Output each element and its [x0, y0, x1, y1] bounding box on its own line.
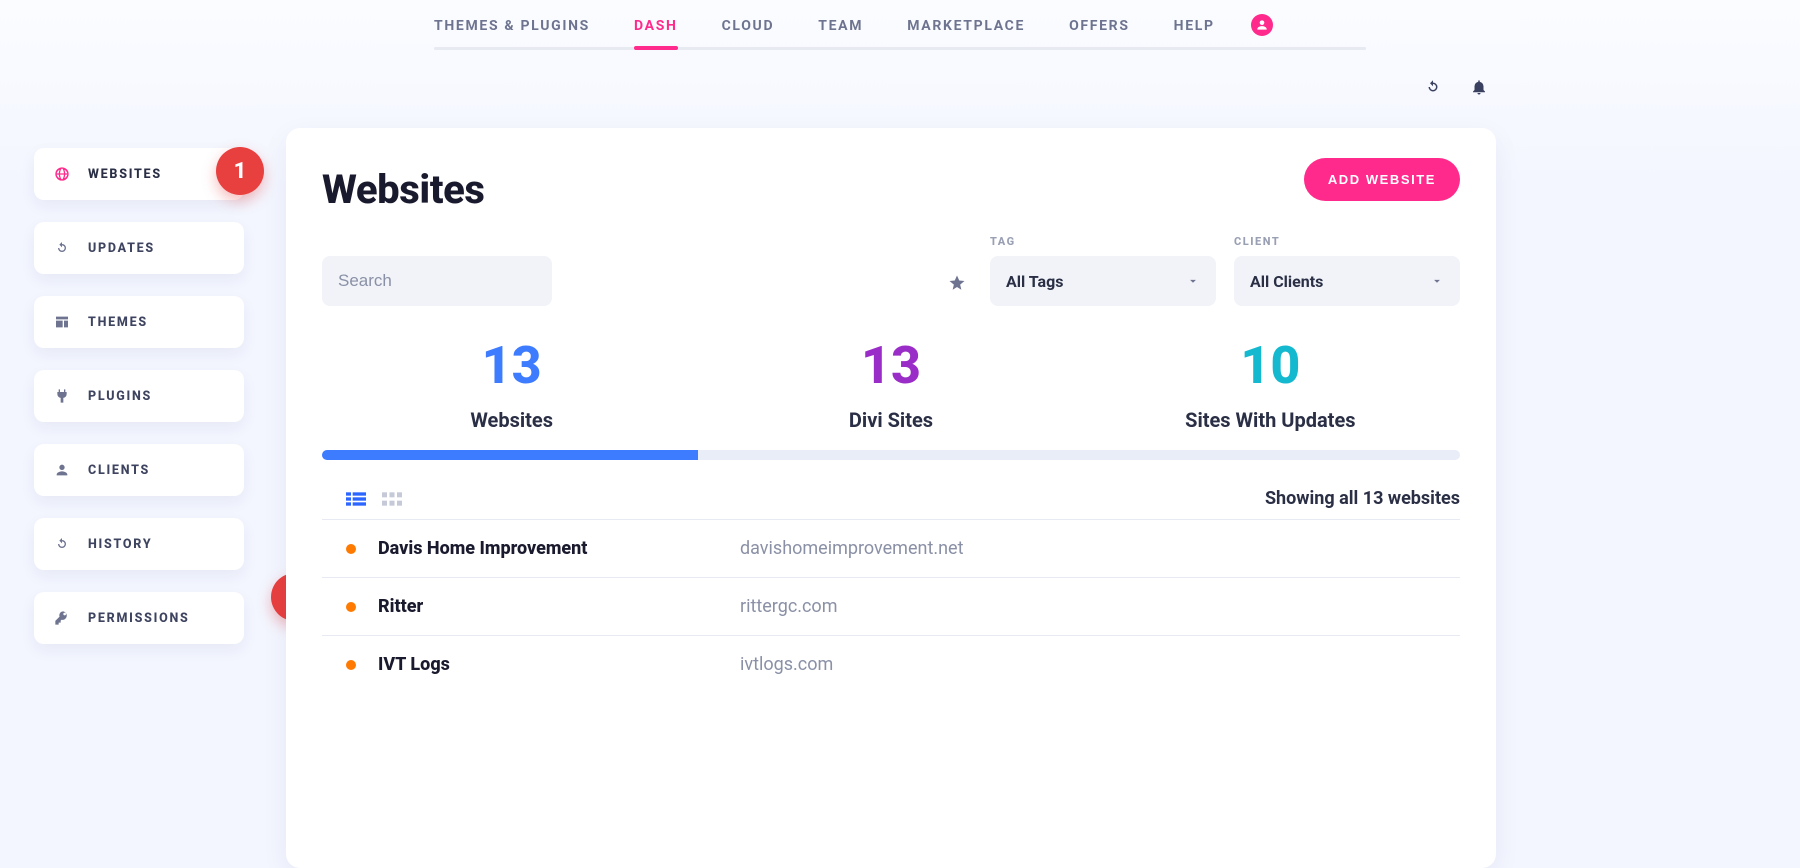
view-switch	[346, 491, 402, 507]
sidebar: WEBSITES UPDATES THEMES PLUGINS CLIENTS …	[34, 148, 244, 644]
tag-value: All Tags	[1006, 272, 1063, 291]
stat-updates[interactable]: 10 Sites With Updates	[1081, 340, 1460, 432]
bell-icon[interactable]	[1470, 78, 1488, 96]
site-name: Davis Home Improvement	[378, 538, 718, 559]
refresh-icon	[54, 240, 70, 256]
user-icon	[54, 462, 70, 478]
window-icon	[54, 314, 70, 330]
site-domain: rittergc.com	[740, 596, 837, 617]
key-icon	[54, 610, 70, 626]
status-dot	[346, 602, 356, 612]
tab-team[interactable]: TEAM	[818, 2, 863, 48]
stat-divi[interactable]: 13 Divi Sites	[701, 340, 1080, 432]
client-select[interactable]: All Clients	[1234, 256, 1460, 306]
view-grid-icon[interactable]	[382, 491, 402, 507]
sidebar-item-label: HISTORY	[88, 537, 152, 552]
nav-tabs: THEMES & PLUGINS DASH CLOUD TEAM MARKETP…	[434, 2, 1215, 48]
account-avatar[interactable]	[1251, 14, 1273, 36]
tab-themes-plugins[interactable]: THEMES & PLUGINS	[434, 2, 590, 48]
tab-dash[interactable]: DASH	[634, 2, 678, 48]
tag-filter: TAG All Tags	[990, 235, 1216, 306]
sidebar-item-label: WEBSITES	[88, 167, 162, 182]
filters: TAG All Tags CLIENT All Clients	[322, 235, 1460, 306]
status-dot	[346, 660, 356, 670]
stat-num: 10	[1081, 340, 1460, 392]
sidebar-item-websites[interactable]: WEBSITES	[34, 148, 244, 200]
add-website-button[interactable]: ADD WEBSITE	[1304, 158, 1460, 201]
sidebar-item-label: THEMES	[88, 315, 148, 330]
view-list-icon[interactable]	[346, 491, 366, 507]
tab-help[interactable]: HELP	[1174, 2, 1215, 48]
client-label: CLIENT	[1234, 235, 1460, 248]
sidebar-item-label: PLUGINS	[88, 389, 152, 404]
list-header: Showing all 13 websites	[346, 488, 1460, 509]
chevron-down-icon	[1430, 274, 1444, 288]
top-nav: THEMES & PLUGINS DASH CLOUD TEAM MARKETP…	[434, 0, 1366, 50]
site-name: IVT Logs	[378, 654, 718, 675]
sidebar-item-label: UPDATES	[88, 241, 155, 256]
sidebar-item-themes[interactable]: THEMES	[34, 296, 244, 348]
site-domain: ivtlogs.com	[740, 654, 833, 675]
history-icon	[54, 536, 70, 552]
client-filter: CLIENT All Clients	[1234, 235, 1460, 306]
globe-icon	[54, 166, 70, 182]
stat-label: Sites With Updates	[1081, 408, 1460, 432]
tag-select[interactable]: All Tags	[990, 256, 1216, 306]
table-row[interactable]: Davis Home Improvement davishomeimprovem…	[322, 519, 1460, 577]
table-row[interactable]: IVT Logs ivtlogs.com	[322, 635, 1460, 693]
user-icon	[1255, 18, 1269, 32]
stat-label: Websites	[322, 408, 701, 432]
stat-num: 13	[322, 340, 701, 392]
page-title: Websites	[322, 166, 1460, 213]
stats: 13 Websites 13 Divi Sites 10 Sites With …	[322, 340, 1460, 432]
tab-cloud[interactable]: CLOUD	[722, 2, 775, 48]
client-value: All Clients	[1250, 272, 1323, 291]
chevron-down-icon	[1186, 274, 1200, 288]
site-domain: davishomeimprovement.net	[740, 538, 963, 559]
stat-websites[interactable]: 13 Websites	[322, 340, 701, 432]
website-rows: Davis Home Improvement davishomeimprovem…	[322, 519, 1460, 693]
sidebar-item-plugins[interactable]: PLUGINS	[34, 370, 244, 422]
plug-icon	[54, 388, 70, 404]
progress-fill	[322, 450, 698, 460]
sidebar-item-label: PERMISSIONS	[88, 611, 190, 626]
header-actions	[1424, 78, 1488, 96]
site-name: Ritter	[378, 596, 718, 617]
sidebar-item-permissions[interactable]: PERMISSIONS	[34, 592, 244, 644]
refresh-icon[interactable]	[1424, 78, 1442, 96]
progress-bar	[322, 450, 1460, 460]
sidebar-item-updates[interactable]: UPDATES	[34, 222, 244, 274]
stat-num: 13	[701, 340, 1080, 392]
status-dot	[346, 544, 356, 554]
tab-marketplace[interactable]: MARKETPLACE	[907, 2, 1025, 48]
search-input[interactable]	[322, 256, 552, 306]
table-row[interactable]: Ritter rittergc.com	[322, 577, 1460, 635]
sidebar-item-history[interactable]: HISTORY	[34, 518, 244, 570]
star-icon[interactable]	[948, 274, 966, 292]
tab-offers[interactable]: OFFERS	[1069, 2, 1130, 48]
callout-badge-1: 1	[216, 147, 264, 195]
sidebar-item-label: CLIENTS	[88, 463, 150, 478]
stat-label: Divi Sites	[701, 408, 1080, 432]
main-panel: Websites ADD WEBSITE TAG All Tags CLIENT…	[286, 128, 1496, 868]
sidebar-item-clients[interactable]: CLIENTS	[34, 444, 244, 496]
tag-label: TAG	[990, 235, 1216, 248]
nav-underline	[434, 47, 1366, 50]
count-line: Showing all 13 websites	[1265, 488, 1460, 509]
